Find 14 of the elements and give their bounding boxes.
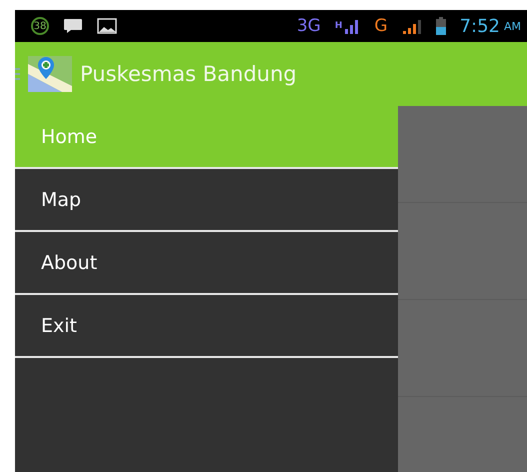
menu-icon[interactable] [15, 67, 20, 81]
notification-count: 38 [31, 17, 49, 35]
network-type: G [374, 16, 388, 36]
network-type: H [334, 21, 342, 31]
chat-icon [63, 18, 83, 34]
clock-am-pm: AM [504, 20, 521, 32]
network-type: 3G [296, 16, 321, 36]
image-icon [97, 18, 117, 34]
app-title: Puskesmas Bandung [80, 62, 297, 86]
map-pin-icon [28, 56, 72, 92]
signal-icon [402, 18, 422, 34]
clock-time: 7:52 [460, 16, 500, 36]
battery-icon [436, 17, 446, 35]
signal-icon [344, 18, 360, 34]
